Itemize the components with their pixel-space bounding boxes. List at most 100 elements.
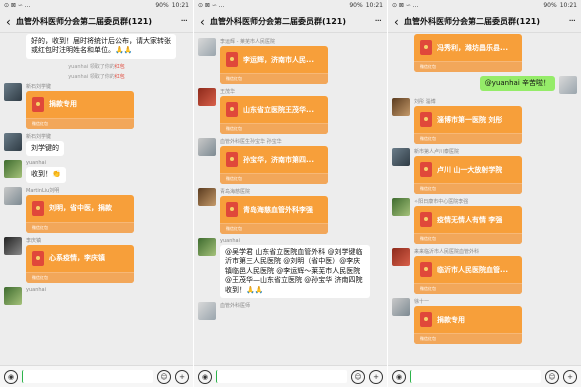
text-bubble[interactable]: 收到！👏	[26, 167, 66, 183]
clock: 10:21	[365, 2, 383, 9]
avatar[interactable]	[198, 88, 216, 106]
red-packet[interactable]: 刘明，省中医，捐款 微信红包	[26, 194, 134, 233]
message-input[interactable]	[22, 370, 153, 383]
message-input[interactable]	[410, 370, 541, 383]
message: 青岛海慈医院 青岛海慈血管外科李强 微信红包	[198, 188, 383, 234]
red-envelope-icon	[32, 200, 44, 216]
avatar[interactable]	[4, 160, 22, 179]
red-envelope-icon	[32, 250, 44, 266]
battery-level: 90%	[155, 2, 169, 9]
sender-name: 新石刘学键	[26, 133, 52, 140]
red-packet-label: 微信红包	[220, 223, 328, 234]
more-icon[interactable]: ···	[374, 16, 381, 27]
red-packet[interactable]: 捐款专用 微信红包	[414, 306, 522, 344]
red-packet[interactable]: 李运辉，济南市人民... 微信红包	[220, 46, 328, 84]
back-arrow-icon[interactable]: ‹	[200, 15, 210, 29]
more-icon[interactable]: ···	[568, 16, 575, 27]
chat-header: ‹ 血管外科医师分会第二届委员群(121) ···	[194, 11, 387, 33]
status-left: ⊙ ⊠ ∽ ...	[4, 2, 31, 9]
red-packet-wish: 捐款专用	[437, 315, 465, 324]
avatar[interactable]	[392, 148, 410, 166]
red-packet-wish: 李运辉，济南市人民...	[243, 55, 314, 64]
plus-icon[interactable]: +	[175, 369, 189, 384]
red-packet[interactable]: 捐款专用 微信红包	[26, 90, 134, 129]
message: yuanhai	[4, 286, 189, 305]
emoji-icon[interactable]: ☺	[545, 369, 559, 384]
red-envelope-icon	[420, 262, 432, 277]
red-packet-wish: 冯秀利，潍坊昌乐县...	[437, 43, 508, 52]
message-input[interactable]	[216, 370, 347, 383]
status-right: 90% 10:21	[543, 2, 577, 9]
more-icon[interactable]: ···	[180, 16, 187, 27]
red-packet[interactable]: 山东省立医院王茂华... 微信红包	[220, 96, 328, 134]
voice-icon[interactable]: ◉	[4, 369, 18, 384]
avatar[interactable]	[392, 198, 410, 216]
text-bubble[interactable]: @吴学君 山东省立医院血管外科 @刘学键临沂市第三人民医院 @刘明（省中医）@李…	[220, 245, 370, 299]
battery-level: 90%	[349, 2, 363, 9]
plus-icon[interactable]: +	[369, 369, 383, 384]
message: 好的，收到！届时将统计后公布，请大家转张或红包时注明姓名和单位。🙏🙏	[4, 34, 189, 59]
red-packet-wish: 淄博市第一医院 刘彤	[437, 115, 503, 124]
red-packet[interactable]: 卢川 山一大放射学院 微信红包	[414, 156, 522, 194]
message-list[interactable]: 冯秀利，潍坊昌乐县... 微信红包 @yuanhai 辛苦啦！ 刘彤 淄博 淄博…	[388, 34, 581, 365]
back-arrow-icon[interactable]: ‹	[394, 15, 404, 29]
avatar[interactable]	[198, 38, 216, 56]
red-packet-label: 微信红包	[26, 221, 134, 233]
avatar[interactable]	[4, 82, 22, 101]
avatar[interactable]	[392, 98, 410, 116]
avatar-self[interactable]	[559, 76, 577, 94]
emoji-icon[interactable]: ☺	[351, 369, 365, 384]
red-envelope-icon	[226, 102, 238, 117]
avatar[interactable]	[392, 248, 410, 266]
red-packet[interactable]: 淄博市第一医院 刘彤 微信红包	[414, 106, 522, 144]
avatar[interactable]	[4, 132, 22, 151]
message-list[interactable]: 李运辉 - 莱芜市人民医院 李运辉，济南市人民... 微信红包 王茂华 山东省立…	[194, 34, 387, 365]
avatar[interactable]	[392, 298, 410, 316]
plus-icon[interactable]: +	[563, 369, 577, 384]
sender-name: 王茂华	[220, 89, 236, 95]
system-notice: yuanhai 领取了你的红包	[68, 73, 125, 80]
text-bubble[interactable]: 好的，收到！届时将统计后公布，请大家转张或红包时注明姓名和单位。🙏🙏	[26, 34, 176, 59]
message: 来来临沂市人民医院血管外科 临沂市人民医院血管... 微信红包	[392, 248, 577, 294]
back-arrow-icon[interactable]: ‹	[6, 15, 16, 29]
voice-icon[interactable]: ◉	[198, 369, 212, 384]
avatar[interactable]	[198, 302, 216, 321]
red-packet-label: 微信红包	[414, 333, 522, 344]
red-packet-label: 微信红包	[26, 117, 134, 129]
phone-screen-1: ⊙ ⊠ ∽ ... 90% 10:21 ‹ 血管外科医师分会第二届委员群(121…	[0, 0, 193, 387]
phone-screen-2: ⊙ ⊠ ∽ ... 90% 10:21 ‹ 血管外科医师分会第二届委员群(121…	[194, 0, 387, 387]
chat-title: 血管外科医师分会第二届委员群(121)	[404, 17, 541, 26]
red-packet-label: 微信红包	[220, 123, 328, 134]
avatar[interactable]	[4, 286, 22, 305]
avatar[interactable]	[198, 138, 216, 156]
text-bubble[interactable]: @yuanhai 辛苦啦！	[479, 76, 555, 92]
voice-icon[interactable]: ◉	[392, 369, 406, 384]
red-packet-wish: 山东省立医院王茂华...	[243, 105, 314, 114]
red-packet-label: 微信红包	[220, 173, 328, 184]
red-envelope-icon	[226, 152, 238, 167]
text-bubble[interactable]: 刘学键的	[26, 140, 64, 157]
red-packet[interactable]: 疫情无情人有情 李强 微信红包	[414, 206, 522, 244]
message: 刘彤 淄博 淄博市第一医院 刘彤 微信红包	[392, 98, 577, 144]
red-packet[interactable]: 青岛海慈血管外科李强 微信红包	[220, 196, 328, 234]
avatar[interactable]	[4, 186, 22, 205]
red-packet-wish: 青岛海慈血管外科李强	[243, 205, 313, 214]
emoji-icon[interactable]: ☺	[157, 369, 171, 384]
message: 新石刘学键 捐款专用 微信红包	[4, 82, 189, 129]
avatar[interactable]	[198, 188, 216, 206]
avatar[interactable]	[198, 238, 216, 256]
red-packet-wish: 刘明，省中医，捐款	[49, 204, 112, 213]
avatar[interactable]	[4, 236, 22, 255]
red-packet-label: 微信红包	[26, 271, 134, 283]
red-packet-wish: 卢川 山一大放射学院	[437, 165, 503, 174]
message: 冯秀利，潍坊昌乐县... 微信红包	[392, 34, 577, 72]
status-right: 90% 10:21	[155, 2, 189, 9]
sender-name: 新市第人卢川泰医院	[414, 149, 460, 155]
red-packet[interactable]: 孙宝华，济南市第四... 微信红包	[220, 146, 328, 184]
clock: 10:21	[559, 2, 577, 9]
message: 血管外科医生孙宝华 孙宝华 孙宝华，济南市第四... 微信红包	[198, 138, 383, 184]
message-list[interactable]: 好的，收到！届时将统计后公布，请大家转张或红包时注明姓名和单位。🙏🙏 yuanh…	[0, 34, 193, 365]
red-packet[interactable]: 心系疫情，李庆镇 微信红包	[26, 244, 134, 283]
red-packet[interactable]: 冯秀利，潍坊昌乐县... 微信红包	[414, 34, 522, 72]
red-packet[interactable]: 临沂市人民医院血管... 微信红包	[414, 256, 522, 294]
